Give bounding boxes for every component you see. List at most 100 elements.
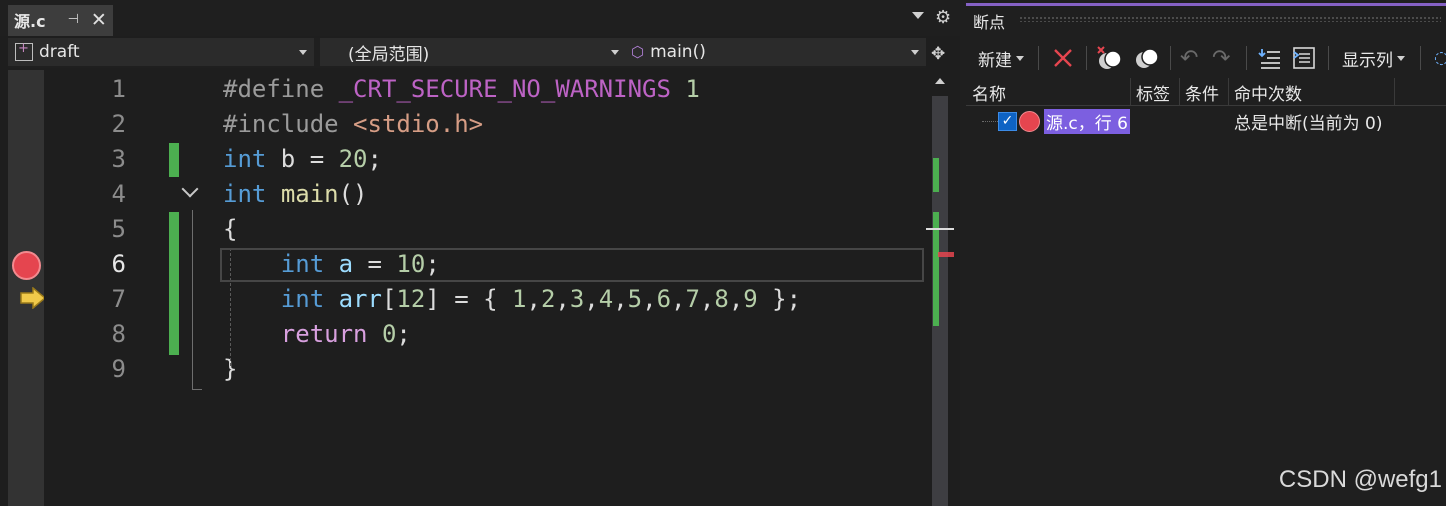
breakpoints-delete-all-icon bbox=[1097, 46, 1122, 69]
change-marker bbox=[933, 158, 939, 192]
code-token: }; bbox=[757, 285, 802, 313]
line-number: 6 bbox=[111, 250, 126, 278]
column-header-labels[interactable]: 标签 bbox=[1136, 80, 1170, 105]
chevron-down-icon[interactable] bbox=[912, 12, 924, 19]
breakpoints-window: 断点 新建 ↶ ↷ 显示列 ◌ 名称 标签 条件 命中次数 ✓ 源.c，行 6 … bbox=[966, 0, 1446, 506]
code-token: { bbox=[223, 215, 238, 243]
undo-icon[interactable]: ↶ bbox=[1180, 44, 1198, 72]
toolbar-separator bbox=[1420, 46, 1421, 70]
code-token: , bbox=[613, 285, 628, 313]
export-lines-icon bbox=[1258, 49, 1280, 69]
export-icon[interactable] bbox=[1258, 44, 1282, 72]
pin-icon[interactable]: ⊣ bbox=[68, 12, 79, 27]
toolbar-separator bbox=[1086, 46, 1087, 70]
toolbar-separator bbox=[1246, 46, 1247, 70]
delete-all-icon[interactable] bbox=[1096, 44, 1124, 72]
breakpoint-icon[interactable] bbox=[12, 251, 41, 280]
breakpoint-location[interactable]: 源.c，行 6 bbox=[1044, 109, 1130, 134]
project-icon bbox=[15, 41, 33, 61]
breakpoint-hit-count: 总是中断(当前为 0) bbox=[1234, 114, 1383, 134]
member-label: main() bbox=[650, 42, 706, 62]
scroll-up-icon[interactable] bbox=[935, 78, 945, 84]
breakpoint-row[interactable]: ✓ 源.c，行 6 总是中断(当前为 0) bbox=[966, 108, 1446, 135]
title-grip[interactable] bbox=[1019, 16, 1441, 22]
toolbar-separator bbox=[1328, 46, 1329, 70]
new-breakpoint-button[interactable]: 新建 bbox=[978, 44, 1024, 72]
split-window-icon[interactable]: ✥ bbox=[931, 44, 945, 64]
project-dropdown[interactable]: draft bbox=[8, 38, 314, 66]
document-tab[interactable]: 源.c ⊣ ✕ bbox=[8, 5, 113, 34]
code-token: () bbox=[338, 180, 368, 208]
code-editor: 源.c ⊣ ✕ ⚙ draft (全局范围) ⬡ main() ✥ 1#defi bbox=[0, 0, 960, 506]
scope-dropdown[interactable]: (全局范围) bbox=[320, 38, 626, 66]
chevron-down-icon bbox=[1397, 55, 1405, 61]
chevron-down-icon bbox=[911, 50, 919, 55]
code-token: 1 bbox=[685, 75, 700, 103]
column-header-condition[interactable]: 条件 bbox=[1185, 80, 1219, 105]
code-token: #define bbox=[223, 75, 339, 103]
line-number: 2 bbox=[111, 110, 126, 138]
toggle-all-icon[interactable] bbox=[1134, 44, 1160, 72]
current-line-highlight bbox=[220, 248, 924, 282]
breakpoint-marker bbox=[938, 252, 954, 257]
member-dropdown[interactable]: ⬡ main() bbox=[624, 38, 926, 66]
code-token: ; bbox=[367, 145, 382, 173]
search-icon[interactable]: ◌ bbox=[1434, 44, 1446, 72]
code-token: 9 bbox=[743, 285, 758, 313]
import-icon[interactable] bbox=[1292, 44, 1316, 72]
code-line[interactable]: 9} bbox=[44, 352, 926, 387]
code-text: #define _CRT_SECURE_NO_WARNINGS 1 bbox=[223, 72, 700, 107]
code-line[interactable]: 2 #include <stdio.h> bbox=[44, 107, 926, 142]
code-token: , bbox=[526, 285, 541, 313]
change-bar bbox=[169, 143, 179, 177]
code-token: b = bbox=[266, 145, 339, 173]
code-area[interactable]: 1 #define _CRT_SECURE_NO_WARNINGS 1 2 #incl… bbox=[44, 70, 926, 506]
document-tab-strip: 源.c ⊣ ✕ ⚙ bbox=[0, 0, 960, 36]
fold-outline bbox=[192, 210, 202, 390]
breakpoints-toggle-icon bbox=[1136, 48, 1159, 68]
code-token: 12 bbox=[396, 285, 426, 313]
scrollbar-track[interactable] bbox=[932, 96, 954, 506]
code-token: 8 bbox=[714, 285, 729, 313]
tab-underline bbox=[8, 34, 113, 36]
caret-marker bbox=[926, 228, 954, 230]
show-columns-button[interactable]: 显示列 bbox=[1342, 44, 1405, 72]
column-separator[interactable] bbox=[1394, 78, 1395, 106]
code-token: [ bbox=[381, 285, 397, 313]
code-token: _CRT_SECURE_NO_WARNINGS bbox=[338, 75, 671, 103]
gear-icon[interactable]: ⚙ bbox=[935, 7, 951, 28]
code-token: ; bbox=[396, 320, 411, 348]
redo-icon[interactable]: ↷ bbox=[1212, 44, 1230, 72]
code-token: main bbox=[280, 180, 339, 208]
code-token: 3 bbox=[569, 285, 585, 313]
code-text: int main() bbox=[223, 177, 368, 212]
code-token: arr bbox=[338, 285, 382, 313]
breakpoint-enabled-checkbox[interactable]: ✓ bbox=[998, 112, 1017, 131]
code-token: 1 bbox=[512, 285, 527, 313]
execution-arrow-icon bbox=[20, 287, 46, 309]
vertical-scrollbar[interactable] bbox=[926, 70, 960, 506]
watermark: CSDN @wefg1 bbox=[1278, 466, 1442, 493]
column-separator[interactable] bbox=[1179, 78, 1180, 106]
chevron-down-icon bbox=[611, 50, 619, 55]
line-number: 1 bbox=[111, 75, 126, 103]
code-line[interactable]: 1 #define _CRT_SECURE_NO_WARNINGS 1 bbox=[44, 72, 926, 107]
tab-title: 源.c bbox=[14, 11, 46, 31]
code-line[interactable]: 4 int main() bbox=[44, 177, 926, 212]
column-separator[interactable] bbox=[1228, 78, 1229, 106]
toolbar-separator bbox=[1170, 46, 1171, 70]
new-label: 新建 bbox=[978, 50, 1012, 71]
code-token: <stdio.h> bbox=[353, 110, 484, 138]
column-header-name[interactable]: 名称 bbox=[972, 80, 1006, 105]
code-text: int b = 20; bbox=[223, 142, 382, 177]
delete-icon[interactable] bbox=[1052, 44, 1074, 72]
code-token: , bbox=[728, 285, 744, 313]
code-token: , bbox=[699, 285, 715, 313]
column-header-hit-count[interactable]: 命中次数 bbox=[1234, 80, 1302, 105]
close-icon[interactable]: ✕ bbox=[91, 9, 107, 31]
column-separator[interactable] bbox=[1130, 78, 1131, 106]
code-token: 2 bbox=[540, 285, 556, 313]
glyph-margin[interactable] bbox=[8, 70, 46, 506]
